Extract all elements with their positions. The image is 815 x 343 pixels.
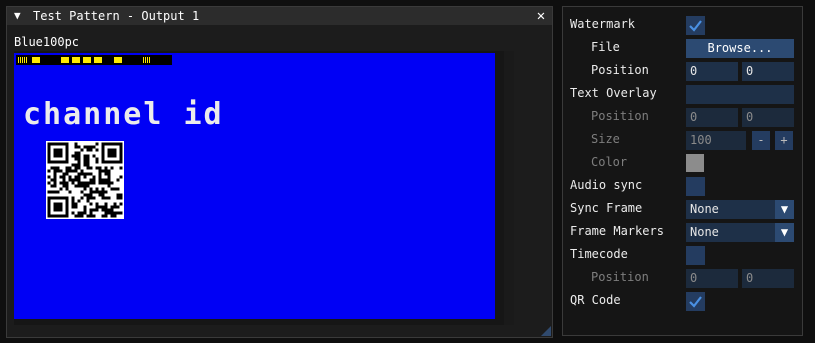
row-timecode: Timecode bbox=[563, 245, 804, 265]
color-label: Color bbox=[591, 155, 628, 169]
size-label: Size bbox=[591, 132, 620, 146]
row-to-position: Position 0 0 bbox=[563, 107, 804, 127]
row-sync-frame: Sync Frame None ▼ bbox=[563, 199, 804, 219]
qr-code-checkbox[interactable] bbox=[686, 292, 705, 311]
frame-markers-select[interactable]: None ▼ bbox=[686, 223, 794, 242]
dropdown-arrow-icon[interactable]: ▼ bbox=[775, 200, 794, 219]
dropdown-arrow-icon[interactable]: ▼ bbox=[775, 223, 794, 242]
audio-sync-label: Audio sync bbox=[570, 178, 643, 192]
size-input[interactable]: 100 bbox=[686, 131, 746, 150]
checkmark-icon bbox=[689, 296, 702, 308]
qr-code-image bbox=[46, 141, 124, 219]
frame-marker-bar bbox=[16, 55, 172, 65]
marker-tick bbox=[72, 57, 80, 63]
row-audio-sync: Audio sync bbox=[563, 176, 804, 196]
image-label: Blue100pc bbox=[14, 35, 80, 49]
row-text-overlay: Text Overlay bbox=[563, 84, 804, 104]
marker-tick bbox=[114, 57, 122, 63]
text-overlay-input[interactable] bbox=[686, 85, 794, 104]
triangle-down-icon[interactable]: ▼ bbox=[14, 7, 24, 25]
frame-markers-label: Frame Markers bbox=[570, 224, 664, 238]
window-title: Test Pattern - Output 1 bbox=[33, 9, 200, 23]
settings-panel: Watermark File Browse... Position 0 0 Te… bbox=[562, 6, 803, 336]
marker-tick bbox=[61, 57, 69, 63]
marker-stripes-right bbox=[143, 57, 151, 63]
to-position-x-input[interactable]: 0 bbox=[686, 108, 738, 127]
row-frame-markers: Frame Markers None ▼ bbox=[563, 222, 804, 242]
size-minus-button[interactable]: - bbox=[752, 131, 770, 150]
row-file: File Browse... bbox=[563, 38, 804, 58]
checkmark-icon bbox=[689, 20, 702, 32]
row-wm-position: Position 0 0 bbox=[563, 61, 804, 81]
watermark-checkbox[interactable] bbox=[686, 16, 705, 35]
channel-id-text: channel id bbox=[23, 97, 224, 132]
text-overlay-label: Text Overlay bbox=[570, 86, 657, 100]
timecode-checkbox[interactable] bbox=[686, 246, 705, 265]
watermark-label: Watermark bbox=[570, 17, 636, 31]
video-preview-area: channel id bbox=[14, 51, 514, 325]
row-tc-position: Position 0 0 bbox=[563, 268, 804, 288]
row-watermark: Watermark bbox=[563, 15, 804, 35]
sync-frame-value: None bbox=[690, 202, 719, 216]
wm-position-x-input[interactable]: 0 bbox=[686, 62, 738, 81]
timecode-label: Timecode bbox=[570, 247, 628, 261]
sync-frame-select[interactable]: None ▼ bbox=[686, 200, 794, 219]
audio-sync-checkbox[interactable] bbox=[686, 177, 705, 196]
row-qr-code: QR Code bbox=[563, 291, 804, 311]
test-pattern-window: ▼ Test Pattern - Output 1 ✕ Blue100pc ch… bbox=[6, 6, 553, 338]
marker-tick bbox=[94, 57, 102, 63]
to-position-label: Position bbox=[591, 109, 649, 123]
to-position-y-input[interactable]: 0 bbox=[742, 108, 794, 127]
color-swatch[interactable] bbox=[686, 154, 704, 172]
tc-position-x-input[interactable]: 0 bbox=[686, 269, 738, 288]
marker-tick bbox=[32, 57, 40, 63]
frame-markers-value: None bbox=[690, 225, 719, 239]
file-label: File bbox=[591, 40, 620, 54]
browse-button[interactable]: Browse... bbox=[686, 39, 794, 58]
row-size: Size 100 - + bbox=[563, 130, 804, 150]
test-pattern-canvas: channel id bbox=[14, 53, 495, 319]
sync-frame-label: Sync Frame bbox=[570, 201, 643, 215]
tc-position-y-input[interactable]: 0 bbox=[742, 269, 794, 288]
tc-position-label: Position bbox=[591, 270, 649, 284]
close-icon[interactable]: ✕ bbox=[534, 7, 548, 25]
marker-tick bbox=[83, 57, 91, 63]
qr-code-label: QR Code bbox=[570, 293, 621, 307]
row-color: Color bbox=[563, 153, 804, 173]
resize-grip-icon[interactable] bbox=[541, 326, 551, 336]
vertical-scrollbar[interactable] bbox=[504, 51, 514, 325]
size-plus-button[interactable]: + bbox=[775, 131, 793, 150]
marker-stripes-left bbox=[18, 57, 28, 63]
window-titlebar[interactable]: ▼ Test Pattern - Output 1 ✕ bbox=[7, 7, 552, 25]
wm-position-y-input[interactable]: 0 bbox=[742, 62, 794, 81]
wm-position-label: Position bbox=[591, 63, 649, 77]
